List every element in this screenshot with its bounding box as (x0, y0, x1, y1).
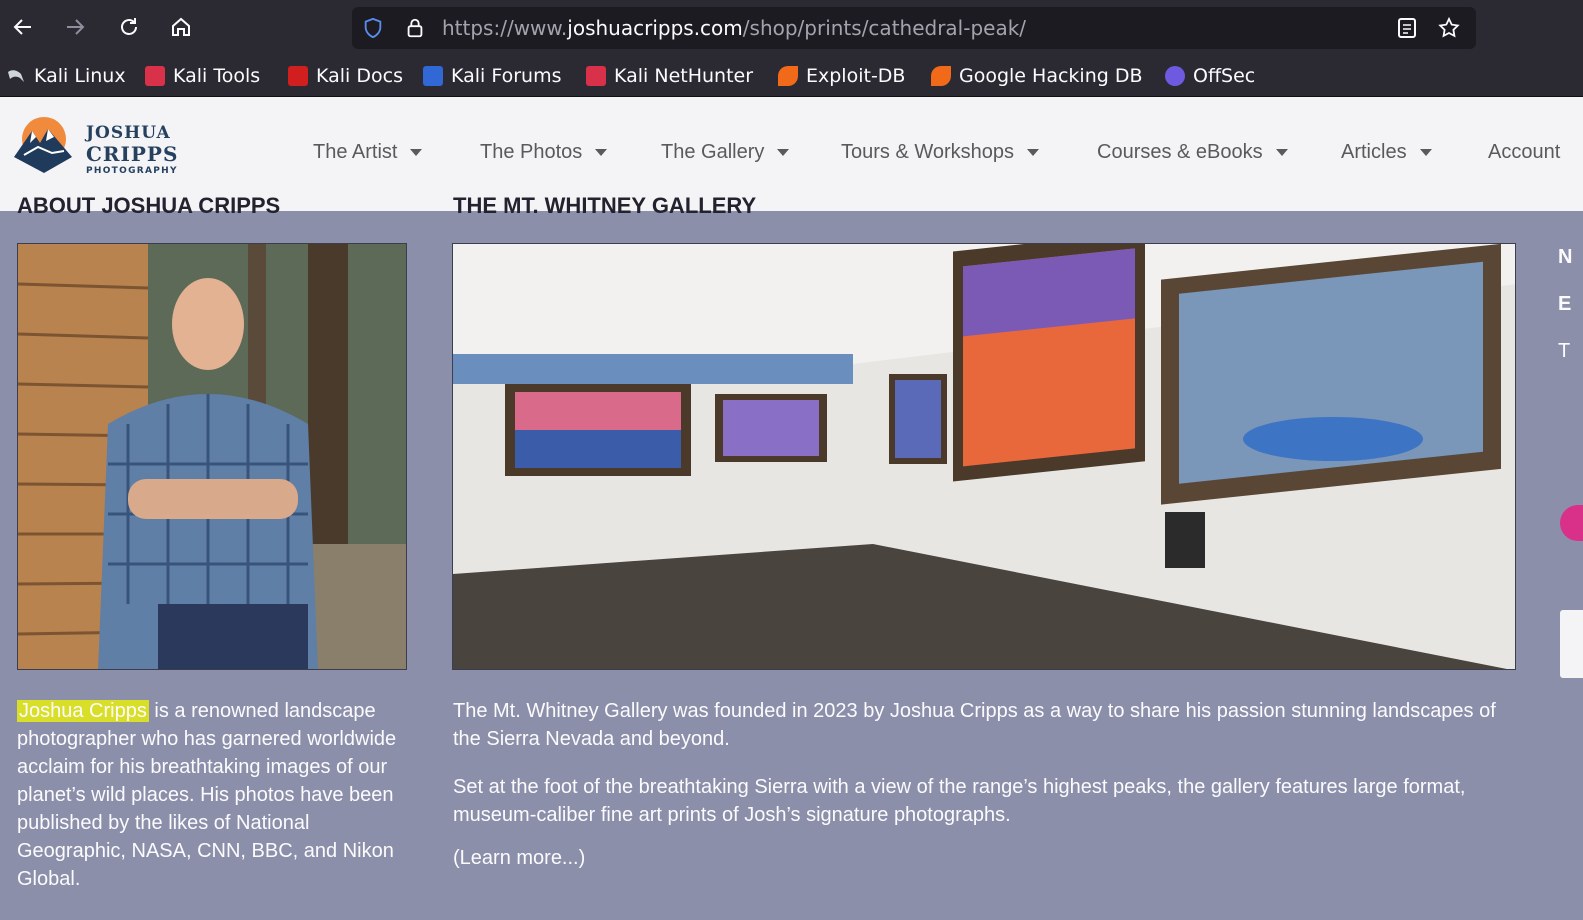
sidebar-white-tab[interactable] (1560, 610, 1583, 678)
bookmarks-toolbar: Kali Linux Kali Tools Kali Docs Kali For… (0, 54, 1583, 97)
caret-down-icon (410, 148, 423, 156)
url-prefix: https://www. (442, 16, 568, 40)
url-path: /shop/prints/cathedral-peak/ (742, 16, 1027, 40)
gallery-paragraph-1: The Mt. Whitney Gallery was founded in 2… (453, 700, 1496, 750)
reader-view-icon[interactable] (1390, 11, 1424, 45)
bookmark-kali-docs[interactable]: Kali Docs (288, 54, 403, 97)
nav-the-gallery[interactable]: The Gallery (661, 137, 790, 167)
sidebar-clipped-text: E (1558, 293, 1572, 315)
kali-dragon-icon (6, 66, 26, 86)
bookmark-label: Kali Linux (34, 64, 126, 87)
exploit-db-icon (778, 65, 798, 86)
shield-icon[interactable] (356, 11, 390, 45)
nav-the-artist[interactable]: The Artist (313, 137, 423, 167)
nav-account[interactable]: Account (1488, 137, 1560, 167)
url-host: joshuacripps.com (567, 16, 743, 40)
bookmark-label: Exploit-DB (806, 64, 906, 87)
caret-down-icon (1419, 148, 1432, 156)
lock-icon[interactable] (398, 11, 432, 45)
address-bar[interactable]: https://www.joshuacripps.com/shop/prints… (352, 7, 1476, 49)
about-paragraph: Joshua Cripps is a renowned landscape ph… (17, 697, 413, 893)
home-icon[interactable] (164, 10, 198, 44)
nav-the-photos[interactable]: The Photos (480, 137, 608, 167)
bookmark-kali-nethunter[interactable]: Kali NetHunter (586, 54, 753, 97)
bookmark-exploit-db[interactable]: Exploit-DB (778, 54, 905, 97)
kali-forums-icon (423, 65, 443, 86)
url-text[interactable]: https://www.joshuacripps.com/shop/prints… (442, 7, 1026, 49)
bookmark-google-hacking-db[interactable]: Google Hacking DB (931, 54, 1143, 97)
nav-label: Account (1488, 140, 1561, 163)
bookmark-kali-linux[interactable]: Kali Linux (6, 54, 126, 97)
nethunter-icon (586, 65, 606, 86)
mountain-logo-icon (14, 117, 72, 173)
kali-docs-icon (288, 65, 308, 86)
nav-label: Tours & Workshops (841, 140, 1015, 163)
caret-down-icon (595, 148, 608, 156)
forward-icon[interactable] (58, 10, 92, 44)
gallery-heading: THE MT. WHITNEY GALLERY (453, 197, 1053, 215)
logo-line2: CRIPPS (86, 142, 179, 166)
about-text: is a renowned landscape photographer who… (17, 700, 397, 890)
nav-tours-workshops[interactable]: Tours & Workshops (841, 137, 1040, 167)
kali-tools-icon (145, 65, 165, 86)
nav-label: Articles (1341, 140, 1407, 163)
gallery-heading-text: THE MT. WHITNEY GALLERY (453, 197, 757, 215)
sidebar-clipped-text: T (1558, 340, 1571, 362)
ghdb-icon (931, 65, 951, 86)
bookmark-label: Kali NetHunter (614, 64, 754, 87)
nav-label: The Photos (480, 140, 583, 163)
offsec-icon (1165, 65, 1185, 86)
bookmark-offsec[interactable]: OffSec (1165, 54, 1255, 97)
bookmark-label: Google Hacking DB (959, 64, 1143, 87)
artist-portrait-photo (17, 243, 407, 670)
bookmark-label: OffSec (1193, 64, 1256, 87)
bookmark-star-icon[interactable] (1432, 11, 1466, 45)
nav-articles[interactable]: Articles (1341, 137, 1432, 167)
gallery-paragraph-2: Set at the foot of the breathtaking Sier… (453, 776, 1466, 826)
nav-label: The Gallery (661, 140, 765, 163)
logo-line3: PHOTOGRAPHY (86, 166, 178, 176)
nav-courses-ebooks[interactable]: Courses & eBooks (1097, 137, 1288, 167)
bookmark-kali-tools[interactable]: Kali Tools (145, 54, 260, 97)
about-heading-text: ABOUT JOSHUA CRIPPS (17, 197, 281, 215)
back-icon[interactable] (6, 10, 40, 44)
sidebar-pink-button[interactable] (1560, 505, 1583, 541)
bookmark-label: Kali Docs (316, 64, 403, 87)
logo-line1: JOSHUA (86, 123, 171, 143)
browser-toolbar: https://www.joshuacripps.com/shop/prints… (0, 0, 1583, 54)
caret-down-icon (1027, 148, 1040, 156)
highlighted-name: Joshua Cripps (17, 700, 149, 722)
reload-icon[interactable] (112, 10, 146, 44)
logo-wordmark: JOSHUA CRIPPS PHOTOGRAPHY (86, 125, 178, 176)
caret-down-icon (777, 148, 790, 156)
bookmark-kali-forums[interactable]: Kali Forums (423, 54, 562, 97)
sidebar-clipped-text: N (1558, 246, 1573, 268)
nav-label: The Artist (313, 140, 398, 163)
bookmark-label: Kali Forums (451, 64, 562, 87)
bookmark-label: Kali Tools (173, 64, 261, 87)
learn-more-link[interactable]: (Learn more...) (453, 847, 585, 870)
site-header: JOSHUA CRIPPS PHOTOGRAPHY The Artist The… (0, 97, 1583, 211)
nav-label: Courses & eBooks (1097, 140, 1263, 163)
about-heading: ABOUT JOSHUA CRIPPS (17, 197, 407, 215)
gallery-interior-photo (452, 243, 1516, 670)
caret-down-icon (1275, 148, 1288, 156)
site-logo[interactable]: JOSHUA CRIPPS PHOTOGRAPHY (10, 117, 180, 177)
